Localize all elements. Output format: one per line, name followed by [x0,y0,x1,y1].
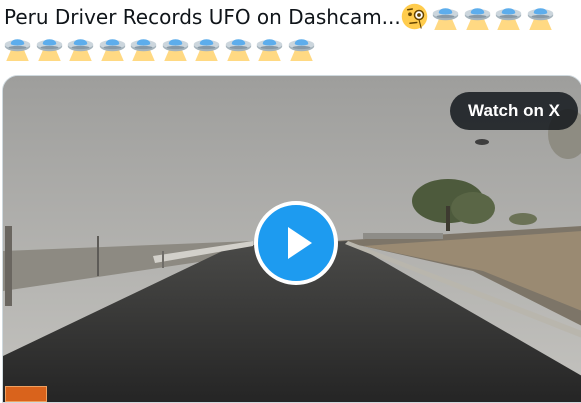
watch-on-x-button[interactable]: Watch on X [450,92,578,130]
channel-logo-tag [5,386,47,402]
second-emoji-row [4,36,319,60]
flying-saucer-emoji [67,34,94,61]
inline-emoji-row [401,5,559,29]
flying-saucer-emoji [527,3,554,30]
flying-saucer-emoji [495,3,522,30]
monocle-face-emoji [401,3,428,30]
tweet-title: Peru Driver Records UFO on Dashcam... [4,5,401,29]
play-button[interactable] [254,201,338,285]
flying-saucer-emoji [288,34,315,61]
play-icon [288,227,312,259]
flying-saucer-emoji [36,34,63,61]
tweet-text: Peru Driver Records UFO on Dashcam... [4,2,581,64]
video-card[interactable]: Watch on X [2,75,581,403]
flying-saucer-emoji [432,3,459,30]
flying-saucer-emoji [225,34,252,61]
flying-saucer-emoji [256,34,283,61]
flying-saucer-emoji [464,3,491,30]
flying-saucer-emoji [130,34,157,61]
flying-saucer-emoji [193,34,220,61]
flying-saucer-emoji [99,34,126,61]
flying-saucer-emoji [162,34,189,61]
flying-saucer-emoji [4,34,31,61]
